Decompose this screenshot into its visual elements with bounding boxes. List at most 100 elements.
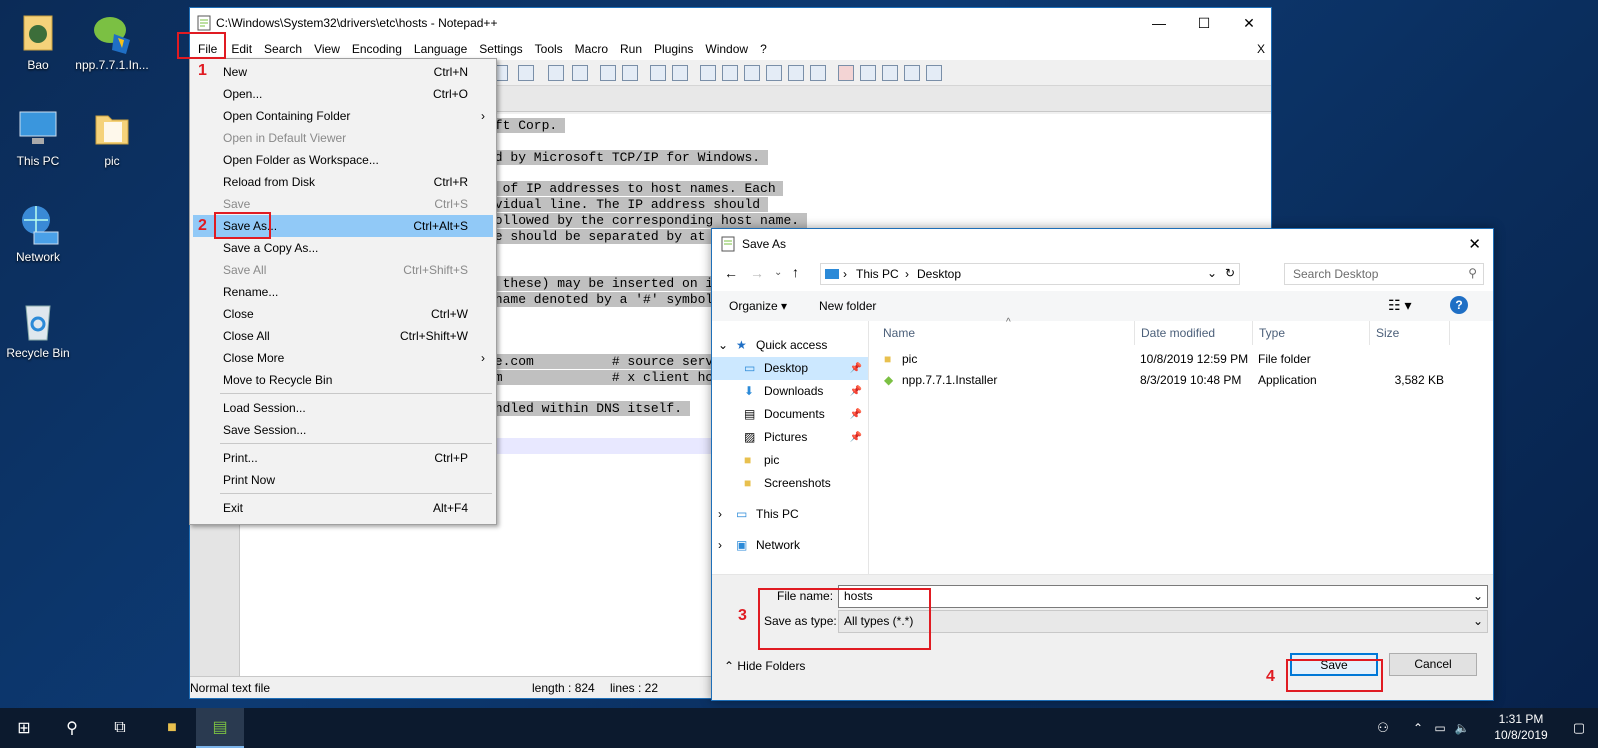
new-folder-button[interactable]: New folder (819, 299, 876, 313)
cancel-button[interactable]: Cancel (1389, 653, 1477, 676)
word-wrap-icon[interactable] (650, 65, 666, 81)
menu-item-reload[interactable]: Reload from Disk Ctrl+R (193, 171, 493, 193)
up-arrow-icon[interactable]: ↑ (792, 264, 799, 280)
nav-documents[interactable]: ▤ Documents 📌 (712, 403, 868, 426)
view-options-icon[interactable]: ☷ ▾ (1388, 297, 1411, 314)
breadcrumb-this-pc[interactable]: This PC (856, 267, 899, 281)
menu-settings[interactable]: Settings (473, 38, 528, 60)
menu-tools[interactable]: Tools (529, 38, 569, 60)
menu-macro[interactable]: Macro (569, 38, 614, 60)
volume-icon[interactable]: 🔈 (1452, 708, 1472, 748)
desktop-icon-network[interactable]: Network (0, 202, 76, 264)
zoom-in-icon[interactable] (548, 65, 564, 81)
menu-item-open[interactable]: Open... Ctrl+O (193, 83, 493, 105)
nav-pic[interactable]: ■ pic (712, 449, 868, 472)
chevron-down-icon[interactable]: ⌄ (1473, 611, 1483, 632)
menu-item-rename[interactable]: Rename... (193, 281, 493, 303)
column-header-size[interactable]: Size (1370, 321, 1450, 345)
menu-item-open-folder-workspace[interactable]: Open Folder as Workspace... (193, 149, 493, 171)
desktop-icon-recycle-bin[interactable]: Recycle Bin (0, 298, 76, 360)
help-icon[interactable]: ? (1450, 296, 1468, 314)
nav-quick-access[interactable]: ⌄ ★ Quick access (712, 334, 868, 357)
nav-pictures[interactable]: ▨ Pictures 📌 (712, 426, 868, 449)
task-view-button[interactable]: ⧉ (96, 708, 144, 748)
toolbar-icon[interactable] (766, 65, 782, 81)
column-header-type[interactable]: Type (1253, 321, 1370, 345)
menu-item-exit[interactable]: Exit Alt+F4 (193, 497, 493, 519)
nav-desktop[interactable]: ▭ Desktop 📌 (712, 357, 868, 380)
toolbar-icon[interactable] (722, 65, 738, 81)
refresh-icon[interactable]: ↻ (1225, 266, 1235, 280)
chevron-up-icon[interactable]: ⌃ (1408, 708, 1428, 748)
toolbar-icon[interactable] (518, 65, 534, 81)
start-button[interactable]: ⊞ (0, 708, 48, 748)
menu-item-save-session[interactable]: Save Session... (193, 419, 493, 441)
search-button[interactable]: ⚲ (48, 708, 96, 748)
menu-plugins[interactable]: Plugins (648, 38, 699, 60)
menu-item-load-session[interactable]: Load Session... (193, 397, 493, 419)
nav-network[interactable]: › ▣ Network (712, 534, 868, 557)
address-bar[interactable]: › This PC › Desktop ⌄ ↻ (820, 263, 1240, 285)
desktop-icon-npp-installer[interactable]: npp.7.7.1.In... (74, 10, 150, 72)
window-titlebar[interactable]: C:\Windows\System32\drivers\etc\hosts - … (190, 8, 1271, 38)
menu-item-print[interactable]: Print... Ctrl+P (193, 447, 493, 469)
close-icon[interactable]: ✕ (1468, 235, 1481, 253)
network-status-icon[interactable]: ▭ (1430, 708, 1450, 748)
desktop-icon-this-pc[interactable]: This PC (0, 106, 76, 168)
close-button[interactable]: ✕ (1226, 8, 1272, 38)
nav-this-pc[interactable]: › ▭ This PC (712, 503, 868, 526)
taskbar-notepadpp[interactable]: ▤ (196, 708, 244, 748)
toolbar-icon[interactable] (788, 65, 804, 81)
run-macro-multiple-icon[interactable] (904, 65, 920, 81)
zoom-out-icon[interactable] (572, 65, 588, 81)
menu-item-new[interactable]: New Ctrl+N (193, 61, 493, 83)
menu-item-save-copy-as[interactable]: Save a Copy As... (193, 237, 493, 259)
sync-scroll-icon[interactable] (600, 65, 616, 81)
menu-help[interactable]: ? (754, 38, 773, 60)
column-header-date[interactable]: Date modified (1135, 321, 1253, 345)
menu-language[interactable]: Language (408, 38, 473, 60)
file-name-input[interactable]: hosts ⌄ (838, 585, 1488, 608)
menu-item-close-more[interactable]: Close More › (193, 347, 493, 369)
dialog-titlebar[interactable]: Save As ✕ (712, 229, 1493, 259)
sync-scroll-icon[interactable] (622, 65, 638, 81)
monitor-icon[interactable] (810, 65, 826, 81)
desktop-icon-pic[interactable]: pic (74, 106, 150, 168)
menu-item-print-now[interactable]: Print Now (193, 469, 493, 491)
maximize-button[interactable]: ☐ (1181, 8, 1227, 38)
file-row[interactable]: ◆ npp.7.7.1.Installer 8/3/2019 10:48 PM … (870, 370, 1490, 391)
back-arrow-icon[interactable]: ← (724, 265, 738, 281)
people-icon[interactable]: ⚇ (1370, 708, 1396, 748)
chevron-down-icon[interactable]: ⌄ (1207, 266, 1217, 280)
menu-encoding[interactable]: Encoding (346, 38, 408, 60)
close-document-button[interactable]: X (1257, 38, 1265, 60)
menu-search[interactable]: Search (258, 38, 308, 60)
menu-edit[interactable]: Edit (225, 38, 258, 60)
menu-window[interactable]: Window (699, 38, 754, 60)
save-type-select[interactable]: All types (*.*) ⌄ (838, 610, 1488, 633)
minimize-button[interactable]: — (1136, 8, 1182, 38)
play-macro-icon[interactable] (882, 65, 898, 81)
stop-macro-icon[interactable] (860, 65, 876, 81)
menu-item-open-containing-folder[interactable]: Open Containing Folder › (193, 105, 493, 127)
menu-item-close-all[interactable]: Close All Ctrl+Shift+W (193, 325, 493, 347)
breadcrumb-desktop[interactable]: Desktop (917, 267, 961, 281)
show-symbols-icon[interactable] (672, 65, 688, 81)
record-macro-icon[interactable] (838, 65, 854, 81)
hide-folders-button[interactable]: ⌃ Hide Folders (724, 659, 805, 673)
file-row[interactable]: ■ pic 10/8/2019 12:59 PM File folder (870, 349, 1490, 370)
menu-item-close[interactable]: Close Ctrl+W (193, 303, 493, 325)
taskbar-file-explorer[interactable]: ■ (148, 708, 196, 748)
clock[interactable]: 1:31 PM 10/8/2019 (1486, 711, 1556, 743)
save-macro-icon[interactable] (926, 65, 942, 81)
chevron-down-icon[interactable]: ⌄ (774, 267, 782, 278)
desktop-icon-user[interactable]: Bao (0, 10, 76, 72)
indent-guide-icon[interactable] (700, 65, 716, 81)
toolbar-icon[interactable] (744, 65, 760, 81)
menu-run[interactable]: Run (614, 38, 648, 60)
chevron-down-icon[interactable]: ⌄ (1473, 586, 1483, 607)
notifications-icon[interactable]: ▢ (1566, 708, 1592, 748)
menu-view[interactable]: View (308, 38, 346, 60)
nav-screenshots[interactable]: ■ Screenshots (712, 472, 868, 495)
organize-button[interactable]: Organize ▾ (729, 299, 787, 313)
